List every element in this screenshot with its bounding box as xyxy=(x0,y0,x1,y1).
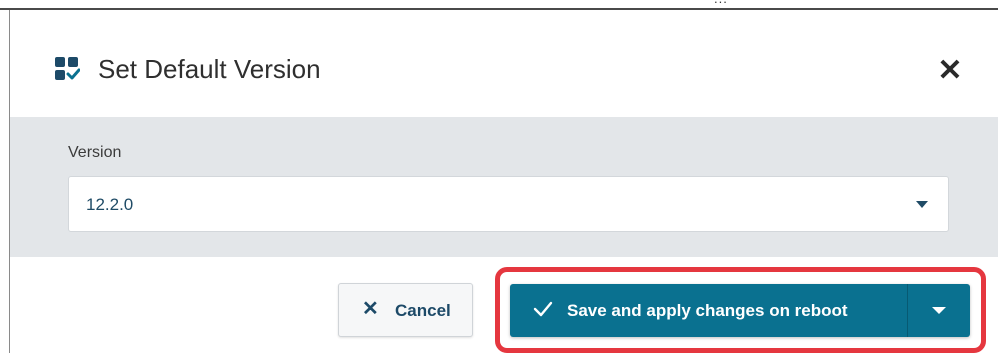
background-page-edge: ... xyxy=(0,0,998,10)
save-options-dropdown-button[interactable] xyxy=(908,284,970,337)
close-icon: ✕ xyxy=(362,298,379,320)
dialog-body: Version 12.2.0 xyxy=(10,117,998,257)
cancel-button[interactable]: ✕ Cancel xyxy=(338,283,473,337)
close-button[interactable]: ✕ xyxy=(930,54,970,88)
screenshot-frame: ... Set Default Version ✕ Version 12.2.0 xyxy=(0,0,998,353)
dashboard-check-icon xyxy=(55,57,80,80)
save-split-button: Save and apply changes on reboot xyxy=(510,284,970,337)
caret-down-icon xyxy=(932,307,946,314)
version-select[interactable]: 12.2.0 xyxy=(68,176,949,232)
background-cut-text: ... xyxy=(714,0,728,6)
save-and-apply-button[interactable]: Save and apply changes on reboot xyxy=(510,284,907,337)
version-select-value: 12.2.0 xyxy=(86,195,134,214)
version-label: Version xyxy=(68,144,122,161)
dialog-header: Set Default Version ✕ xyxy=(10,10,998,117)
check-icon xyxy=(533,301,553,317)
caret-down-icon xyxy=(916,201,928,208)
close-icon: ✕ xyxy=(937,54,963,87)
dialog-title: Set Default Version xyxy=(98,54,321,84)
set-default-version-dialog: Set Default Version ✕ Version 12.2.0 ✕ C… xyxy=(9,10,998,353)
save-and-apply-label: Save and apply changes on reboot xyxy=(567,301,848,320)
cancel-button-label: Cancel xyxy=(395,301,451,320)
dialog-footer: ✕ Cancel Save and apply changes on reboo… xyxy=(10,257,998,353)
